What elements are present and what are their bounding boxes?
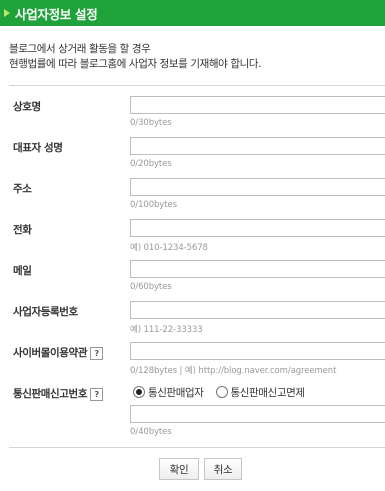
terms-label-text: 사이버몰이용약관 <box>13 347 88 359</box>
terms-label: 사이버몰이용약관? <box>13 345 104 360</box>
terms-url-input[interactable] <box>130 342 385 360</box>
intro-line-1: 블로그에서 상거래 활동을 할 경우 <box>9 43 151 55</box>
terms-url-example: 0/128bytes | 예) http://blog.naver.com/ag… <box>130 366 337 376</box>
triangle-bullet-icon <box>4 9 10 17</box>
mail-order-label: 통신판매신고번호? <box>13 386 104 401</box>
radio-mail-order-exempt[interactable]: 통신판매신고면제 <box>215 385 305 400</box>
section-title: 사업자정보 설정 <box>15 7 98 22</box>
radio-checked-icon[interactable] <box>133 386 145 398</box>
top-divider <box>9 85 385 86</box>
address-label: 주소 <box>13 183 32 195</box>
mail-order-label-text: 통신판매신고번호 <box>13 388 88 400</box>
radio-mail-order-business[interactable]: 통신판매업자 <box>133 385 204 400</box>
help-icon[interactable]: ? <box>90 387 104 401</box>
company-name-input[interactable] <box>130 96 385 114</box>
business-number-example: 예) 111-22-33333 <box>130 325 203 335</box>
company-name-label: 상호명 <box>13 101 41 113</box>
business-number-input[interactable] <box>130 301 385 319</box>
section-header: 사업자정보 설정 <box>0 0 385 26</box>
company-name-counter: 0/30bytes <box>130 118 172 128</box>
business-number-label: 사업자등록번호 <box>13 306 78 318</box>
email-input[interactable] <box>130 260 385 278</box>
mail-order-number-input[interactable] <box>130 405 385 423</box>
radio-mail-order-business-label: 통신판매업자 <box>148 387 204 399</box>
representative-name-counter: 0/20bytes <box>130 159 172 169</box>
mail-order-number-counter: 0/40bytes <box>130 427 172 437</box>
bottom-divider <box>9 447 385 448</box>
address-input[interactable] <box>130 178 385 196</box>
radio-mail-order-exempt-label: 통신판매신고면제 <box>230 387 305 399</box>
help-icon[interactable]: ? <box>90 346 104 360</box>
intro-text: 블로그에서 상거래 활동을 할 경우 현행법률에 따라 블로그홈에 사업자 정보… <box>9 42 261 72</box>
address-counter: 0/100bytes <box>130 200 177 210</box>
radio-unchecked-icon[interactable] <box>215 386 228 398</box>
phone-input[interactable] <box>130 219 385 237</box>
representative-name-label: 대표자 성명 <box>13 142 63 154</box>
intro-line-2: 현행법률에 따라 블로그홈에 사업자 정보를 기재해야 합니다. <box>9 58 262 70</box>
email-label: 메일 <box>13 265 32 277</box>
phone-example: 예) 010-1234-5678 <box>130 243 208 253</box>
representative-name-input[interactable] <box>130 137 385 155</box>
phone-label: 전화 <box>13 224 32 236</box>
mail-order-type-radio-group: 통신판매업자 통신판매신고면제 <box>133 385 314 400</box>
email-counter: 0/60bytes <box>130 282 172 292</box>
cancel-button[interactable]: 취소 <box>204 458 242 480</box>
confirm-button[interactable]: 확인 <box>159 458 199 480</box>
